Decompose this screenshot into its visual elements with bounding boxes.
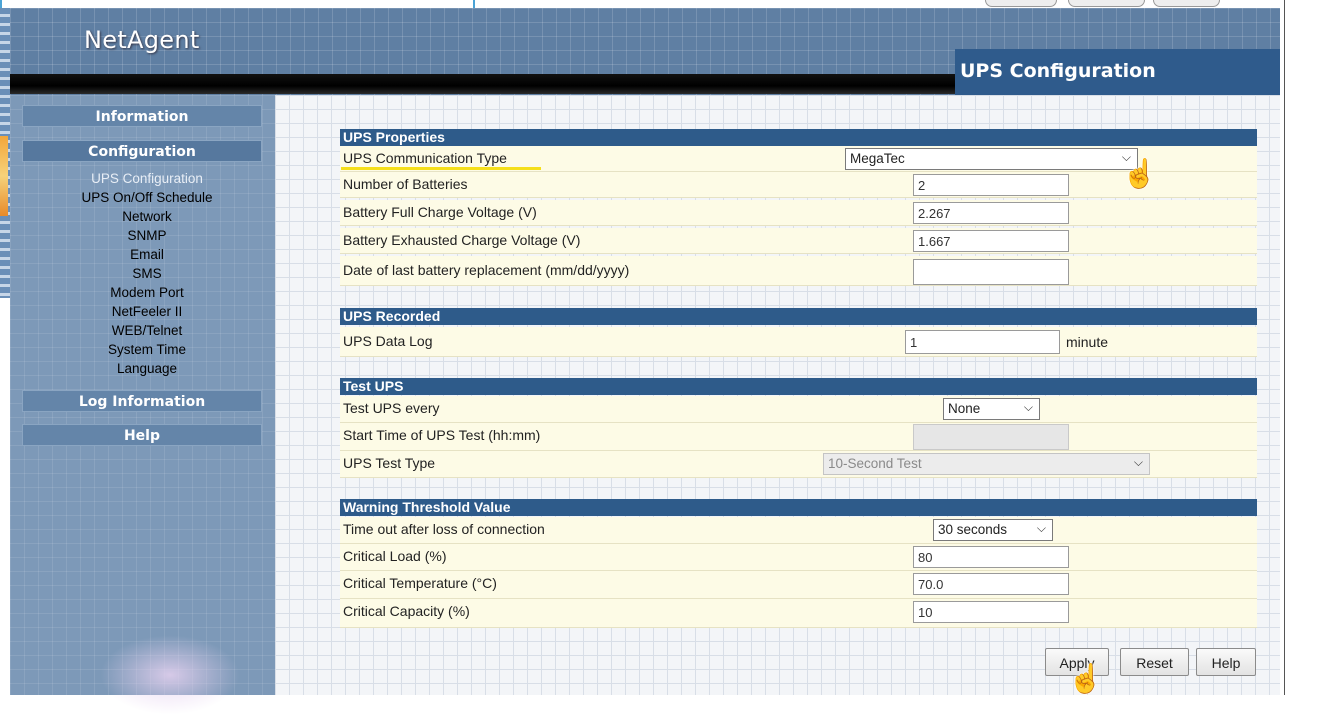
exhausted-label: Battery Exhausted Charge Voltage (V) (343, 232, 581, 248)
section-ups-properties: UPS Properties (340, 129, 1257, 146)
nav-item-sms[interactable]: SMS (22, 264, 272, 283)
hand-pointer-icon: ☝ (1122, 158, 1157, 189)
row-start-time: Start Time of UPS Test (hh:mm) (340, 423, 1257, 451)
row-test-every: Test UPS every None ⌵ (340, 396, 1257, 423)
configuration-submenu: UPS Configuration UPS On/Off Schedule Ne… (22, 169, 272, 378)
row-test-type: UPS Test Type 10-Second Test ⌵ (340, 451, 1257, 478)
timeout-label: Time out after loss of connection (343, 521, 545, 537)
section-test-ups: Test UPS (340, 378, 1257, 395)
start-time-label: Start Time of UPS Test (hh:mm) (343, 427, 541, 443)
comm-type-label: UPS Communication Type (343, 150, 507, 166)
section-warning-threshold: Warning Threshold Value (340, 499, 1257, 516)
netagent-logo: NetAgent (84, 26, 200, 54)
start-time-input[interactable] (913, 424, 1069, 450)
row-critical-load: Critical Load (%) (340, 544, 1257, 571)
row-critical-temp: Critical Temperature (°C) (340, 571, 1257, 599)
critical-capacity-input[interactable] (913, 601, 1069, 623)
nav-item-netfeeler[interactable]: NetFeeler II (22, 302, 272, 321)
row-critical-capacity: Critical Capacity (%) (340, 599, 1257, 628)
nav-item-email[interactable]: Email (22, 245, 272, 264)
critical-load-label: Critical Load (%) (343, 548, 447, 564)
row-comm-type: UPS Communication Type MegaTec ⌵ (340, 146, 1257, 172)
browser-top-strip (0, 0, 1330, 14)
critical-temp-label: Critical Temperature (°C) (343, 575, 497, 591)
top-nav-button[interactable] (1153, 0, 1220, 7)
page-title: UPS Configuration (960, 60, 1156, 82)
num-batteries-input[interactable] (913, 174, 1069, 196)
nav-information[interactable]: Information (22, 105, 262, 127)
chevron-down-icon: ⌵ (1036, 521, 1046, 535)
row-data-log: UPS Data Log minute (340, 327, 1257, 357)
nav-configuration[interactable]: Configuration (22, 140, 262, 162)
comm-type-select[interactable]: MegaTec ⌵ (845, 148, 1138, 170)
highlight-underline (341, 167, 541, 170)
nav-item-ups-configuration[interactable]: UPS Configuration (22, 169, 272, 188)
row-timeout: Time out after loss of connection 30 sec… (340, 517, 1257, 544)
data-log-unit: minute (1066, 334, 1109, 350)
nav-log-information[interactable]: Log Information (22, 390, 262, 412)
data-log-input[interactable] (905, 330, 1060, 354)
header-black-bar (10, 74, 955, 94)
page-header: NetAgent UPS Configuration (10, 8, 1280, 95)
nav-help[interactable]: Help (22, 424, 262, 446)
row-num-batteries: Number of Batteries (340, 172, 1257, 198)
reset-button[interactable]: Reset (1120, 648, 1189, 676)
top-nav-button[interactable] (985, 0, 1057, 7)
data-log-label: UPS Data Log (343, 333, 433, 349)
full-charge-input[interactable] (913, 202, 1069, 224)
window-right-edge (1284, 0, 1285, 695)
nav-item-network[interactable]: Network (22, 207, 272, 226)
nav-item-language[interactable]: Language (22, 359, 272, 378)
full-charge-label: Battery Full Charge Voltage (V) (343, 204, 537, 220)
nav-item-web-telnet[interactable]: WEB/Telnet (22, 321, 272, 340)
nav-item-ups-onoff-schedule[interactable]: UPS On/Off Schedule (22, 188, 272, 207)
nav-item-system-time[interactable]: System Time (22, 340, 272, 359)
nav-item-snmp[interactable]: SNMP (22, 226, 272, 245)
nav-item-modem-port[interactable]: Modem Port (22, 283, 272, 302)
test-every-select[interactable]: None ⌵ (943, 398, 1040, 420)
last-replacement-input[interactable] (913, 259, 1069, 285)
chevron-down-icon: ⌵ (1023, 400, 1033, 414)
test-type-select[interactable]: 10-Second Test ⌵ (823, 453, 1150, 475)
critical-temp-input[interactable] (913, 573, 1069, 595)
num-batteries-label: Number of Batteries (343, 176, 468, 192)
top-nav-button[interactable] (1068, 0, 1145, 7)
exhausted-input[interactable] (913, 230, 1069, 252)
timeout-select[interactable]: 30 seconds ⌵ (933, 519, 1053, 541)
left-window-edge (0, 8, 11, 695)
last-replacement-label: Date of last battery replacement (mm/dd/… (343, 262, 630, 278)
row-full-charge: Battery Full Charge Voltage (V) (340, 200, 1257, 226)
chevron-down-icon: ⌵ (1133, 455, 1143, 469)
critical-load-input[interactable] (913, 546, 1069, 568)
hand-pointer-icon: ☝ (1068, 663, 1103, 694)
critical-capacity-label: Critical Capacity (%) (343, 603, 470, 619)
sidebar: Information Configuration UPS Configurat… (10, 95, 275, 715)
test-type-label: UPS Test Type (343, 455, 436, 471)
row-last-replacement: Date of last battery replacement (mm/dd/… (340, 256, 1257, 286)
section-ups-recorded: UPS Recorded (340, 308, 1257, 325)
test-every-label: Test UPS every (343, 400, 440, 416)
help-button[interactable]: Help (1196, 648, 1256, 676)
row-exhausted: Battery Exhausted Charge Voltage (V) (340, 228, 1257, 254)
